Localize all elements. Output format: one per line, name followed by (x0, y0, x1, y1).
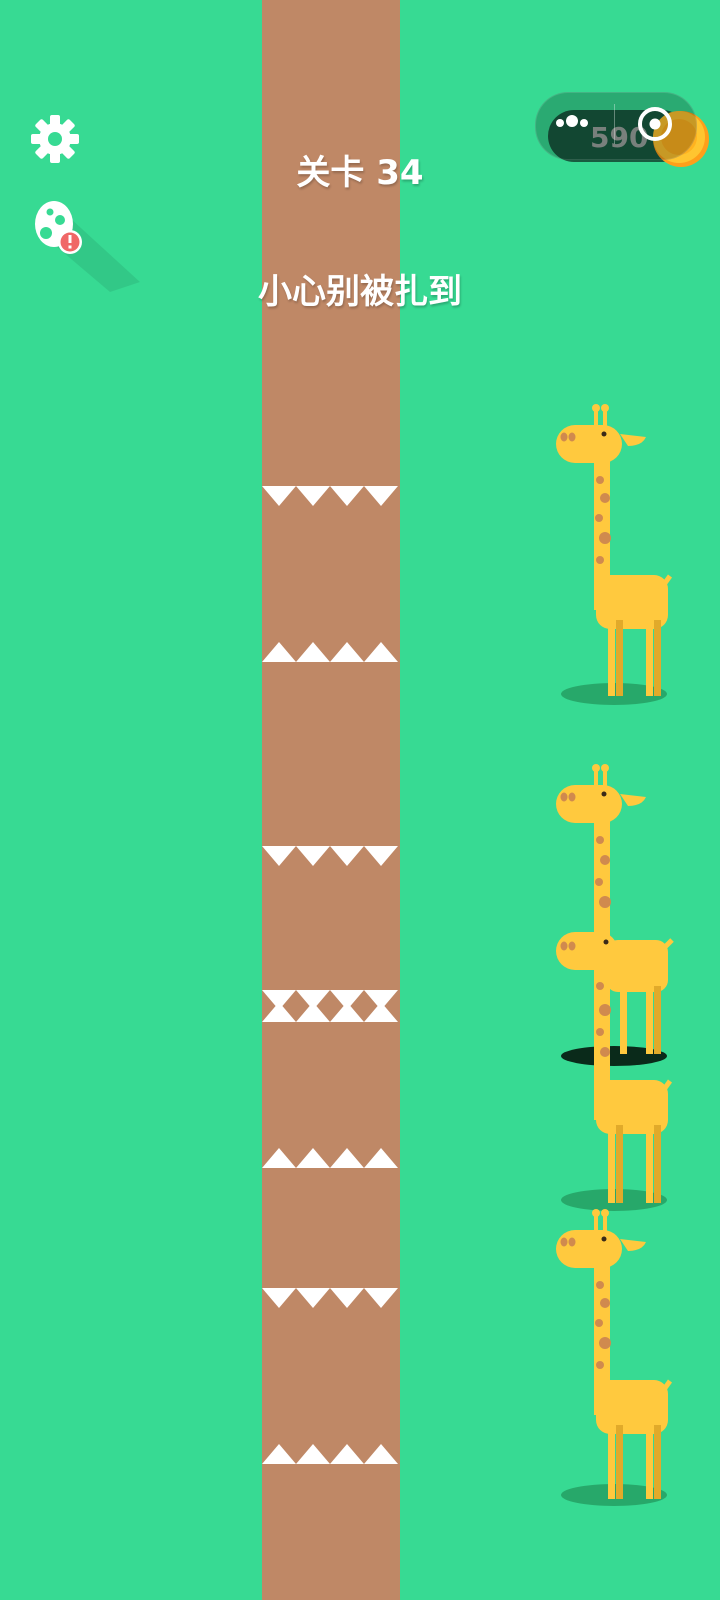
spikes-down (262, 486, 400, 508)
spikes-down (262, 846, 400, 868)
more-dots-icon (556, 115, 588, 127)
more-button[interactable] (548, 100, 612, 150)
giraffe (556, 764, 674, 1211)
close-button[interactable] (625, 100, 685, 150)
spikes-up (262, 640, 400, 662)
tower-column (262, 0, 400, 1600)
giraffe (556, 404, 673, 705)
giraffe (556, 1209, 673, 1506)
hint-text: 小心别被扎到 (258, 272, 462, 312)
spikes-up (262, 1442, 400, 1464)
spikes-down (262, 1288, 400, 1310)
target-circle-icon (638, 107, 672, 141)
spikes-up (262, 1146, 400, 1168)
spikes-up (262, 1000, 400, 1022)
capsule-divider (614, 104, 615, 144)
